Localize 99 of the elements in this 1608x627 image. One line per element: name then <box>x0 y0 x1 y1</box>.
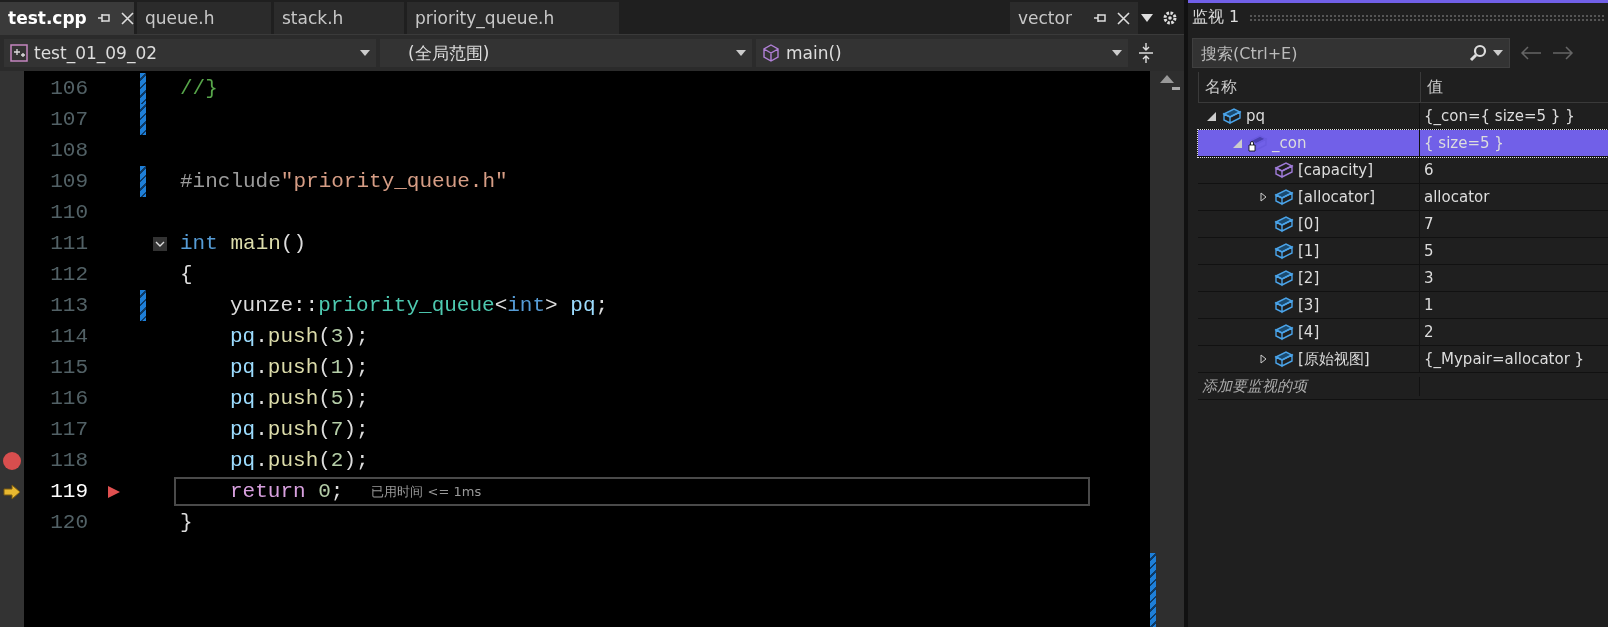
line-number: 119 <box>49 480 88 503</box>
column-header[interactable]: 名称 <box>1198 72 1420 102</box>
cube-icon <box>762 44 780 62</box>
line-number: 114 <box>49 325 88 348</box>
search-field[interactable]: 搜索(Ctrl+E) <box>1199 42 1463 64</box>
cube-icon <box>1274 323 1294 341</box>
pin-icon[interactable] <box>96 12 111 24</box>
watch-row[interactable]: [原始视图] {_Mypair=allocator } <box>1198 346 1608 373</box>
watch-row[interactable]: [capacity] 6 <box>1198 157 1608 184</box>
close-icon[interactable] <box>120 11 134 25</box>
watch-name: [4] <box>1298 323 1320 341</box>
code-line: #include"priority_queue.h" <box>180 170 508 193</box>
caret-icon[interactable] <box>1112 50 1122 56</box>
pin-icon[interactable] <box>1093 12 1107 24</box>
run-to-click-icon[interactable] <box>108 485 120 498</box>
add-watch-field[interactable]: 添加要监视的项 <box>1198 376 1420 396</box>
breakpoint-icon[interactable] <box>3 451 21 470</box>
watch-name: [2] <box>1298 269 1320 287</box>
split-icon[interactable] <box>1138 42 1154 64</box>
line-number: 118 <box>49 449 88 472</box>
panel-title: 监视 1 <box>1192 7 1240 28</box>
forward-arrow-icon[interactable] <box>1552 46 1574 60</box>
scroll-marker <box>1172 87 1180 90</box>
code-line: int main() <box>180 232 307 255</box>
line-number: 108 <box>49 139 88 162</box>
code-line: pq.push(7); <box>230 418 369 441</box>
code-line: yunze::priority_queue<int> pq; <box>230 294 609 317</box>
watch-name: [allocator] <box>1298 188 1376 206</box>
watch-name: [0] <box>1298 215 1320 233</box>
line-number: 116 <box>49 387 88 410</box>
code-line: { <box>180 263 193 286</box>
column-header[interactable]: 值 <box>1420 72 1608 102</box>
line-number: 106 <box>49 77 88 100</box>
cube-icon <box>1274 215 1294 233</box>
file-tab[interactable]: priority_queue.h <box>407 2 619 34</box>
line-number: 113 <box>49 294 88 317</box>
line-number: 107 <box>49 108 88 131</box>
project-dropdown[interactable]: test_01_09_02 <box>4 39 376 67</box>
code-line: pq.push(2); <box>230 449 369 472</box>
watch-row[interactable]: [1] 5 <box>1198 238 1608 265</box>
line-number: 111 <box>49 232 88 255</box>
code-line: } <box>180 511 193 534</box>
code-line: pq.push(5); <box>230 387 369 410</box>
code-line: pq.push(3); <box>230 325 369 348</box>
scroll-up-icon[interactable] <box>1160 75 1174 83</box>
watch-name: [1] <box>1298 242 1320 260</box>
watch-row[interactable]: [3] 1 <box>1198 292 1608 319</box>
member-dropdown[interactable]: main() <box>756 39 1128 67</box>
caret-icon[interactable] <box>736 50 746 56</box>
line-number: 117 <box>49 418 88 441</box>
cube-icon <box>1274 188 1294 206</box>
caret-icon[interactable] <box>1493 50 1503 56</box>
cube-icon <box>1274 269 1294 287</box>
locked-cube-icon <box>1248 134 1268 152</box>
file-tab[interactable]: stack.h <box>274 2 404 34</box>
cube-icon <box>1274 242 1294 260</box>
search-box[interactable]: 搜索(Ctrl+E) <box>1192 38 1510 68</box>
back-arrow-icon[interactable] <box>1520 46 1542 60</box>
line-number: 115 <box>49 356 88 379</box>
cube-icon <box>1274 350 1294 368</box>
watch-value: {_Mypair=allocator } <box>1423 349 1586 370</box>
watch-row[interactable]: [0] 7 <box>1198 211 1608 238</box>
line-number: 112 <box>49 263 88 286</box>
watch-value: allocator <box>1423 187 1491 208</box>
watch-value: { size=5 } <box>1423 133 1505 154</box>
close-icon[interactable] <box>1117 11 1130 25</box>
watch-row[interactable]: [4] 2 <box>1198 319 1608 346</box>
code-line: pq.push(1); <box>230 356 369 379</box>
watch-value: 3 <box>1423 268 1435 289</box>
watch-name: [3] <box>1298 296 1320 314</box>
watch-name: [capacity] <box>1298 161 1374 179</box>
watch-value: 2 <box>1423 322 1435 343</box>
cube-icon <box>1274 296 1294 314</box>
search-icon[interactable] <box>1469 44 1487 62</box>
collapse-icon[interactable] <box>153 236 167 251</box>
project-icon <box>10 44 28 62</box>
watch-value: 6 <box>1423 160 1435 181</box>
watch-value: 1 <box>1423 295 1435 316</box>
code-line: return 0; <box>230 480 344 503</box>
watch-name: pq <box>1246 107 1266 125</box>
line-number: 120 <box>49 511 88 534</box>
line-number: 109 <box>49 170 88 193</box>
watch-row[interactable]: [2] 3 <box>1198 265 1608 292</box>
scope-dropdown[interactable]: (全局范围) <box>380 39 752 67</box>
watch-name: [原始视图] <box>1298 349 1370 369</box>
cube-icon <box>1222 107 1242 125</box>
watch-value: 7 <box>1423 214 1435 235</box>
watch-name: _con <box>1272 134 1307 152</box>
file-tab[interactable]: queue.h <box>137 2 271 34</box>
cube-icon <box>1274 161 1294 179</box>
watch-value: {_con={ size=5 } } <box>1423 106 1576 127</box>
perf-tip[interactable]: 已用时间 <= 1ms <box>371 482 482 501</box>
watch-value: 5 <box>1423 241 1435 262</box>
watch-row[interactable]: [allocator] allocator <box>1198 184 1608 211</box>
line-number: 110 <box>49 201 88 224</box>
caret-icon[interactable] <box>360 50 370 56</box>
file-tab[interactable]: test.cpp <box>0 2 134 34</box>
preview-tab[interactable]: vector <box>1010 2 1138 34</box>
code-line: //} <box>180 77 218 100</box>
